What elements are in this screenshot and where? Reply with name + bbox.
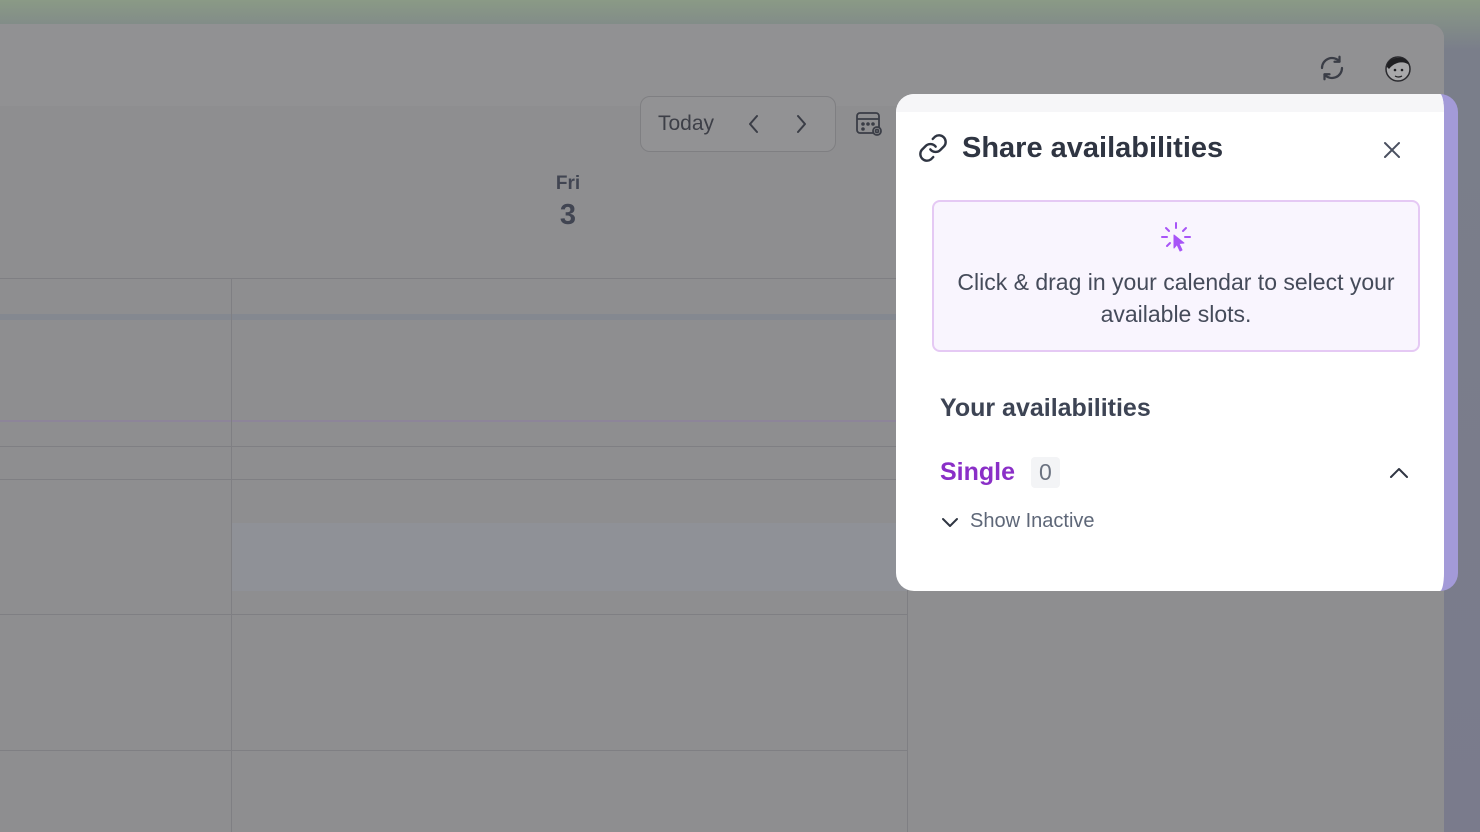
grid-line xyxy=(0,446,908,447)
previous-button[interactable] xyxy=(740,110,768,138)
grid-line xyxy=(0,614,908,615)
avatar-icon xyxy=(1385,56,1411,82)
day-header[interactable]: Fri 3 xyxy=(528,173,608,232)
selection-hint: Click & drag in your calendar to select … xyxy=(932,200,1420,352)
panel-header: Share availabilities xyxy=(916,128,1436,168)
day-name: Fri xyxy=(555,173,581,194)
today-button[interactable]: Today xyxy=(658,112,714,136)
all-day-separator xyxy=(0,314,908,320)
group-label: Single xyxy=(940,457,1016,486)
show-inactive-toggle[interactable]: Show Inactive xyxy=(940,510,1095,533)
single-group-toggle[interactable]: Single 0 xyxy=(940,454,1418,490)
current-time-line xyxy=(0,420,908,422)
refresh-icon xyxy=(1320,55,1344,81)
calendar-settings-button[interactable] xyxy=(852,108,888,140)
link-icon xyxy=(916,131,950,165)
grid-line xyxy=(0,479,908,480)
close-icon xyxy=(1384,142,1400,158)
share-availabilities-panel: Share availabilities Click & drag in you… xyxy=(896,94,1458,591)
hint-text: Click & drag in your calendar to select … xyxy=(957,269,1395,327)
day-column-divider xyxy=(231,278,232,832)
user-avatar[interactable] xyxy=(1380,50,1416,86)
grid-line xyxy=(0,750,908,751)
sync-button[interactable] xyxy=(1314,50,1350,86)
availabilities-heading: Your availabilities xyxy=(940,394,1151,422)
panel-title: Share availabilities xyxy=(962,131,1224,164)
day-number: 3 xyxy=(559,199,577,231)
count-badge: 0 xyxy=(1031,456,1060,488)
date-navigation: Today xyxy=(640,96,836,152)
chevron-left-icon xyxy=(749,115,759,133)
chevron-right-icon xyxy=(797,115,807,133)
grid-line xyxy=(0,278,908,279)
cursor-click-icon xyxy=(1158,220,1194,256)
chevron-up-icon[interactable] xyxy=(1384,458,1414,488)
time-slot-highlight xyxy=(232,523,908,591)
calendar-settings-icon xyxy=(856,112,882,136)
next-button[interactable] xyxy=(787,110,815,138)
chevron-down-icon xyxy=(942,517,958,527)
show-inactive-label: Show Inactive xyxy=(970,510,1095,532)
close-button[interactable] xyxy=(1374,132,1410,168)
